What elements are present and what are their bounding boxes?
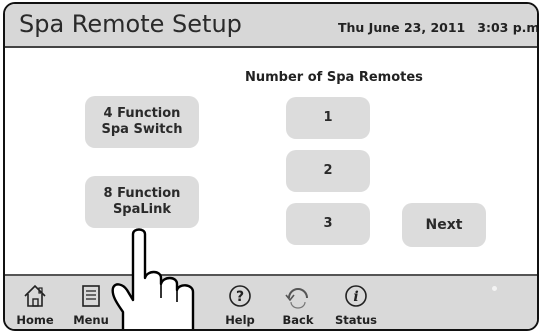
help-icon: ? <box>227 283 253 309</box>
home-icon <box>22 283 48 309</box>
remote-count-3-button[interactable]: 3 <box>286 203 370 245</box>
pointing-hand-icon <box>111 228 195 329</box>
svg-text:i: i <box>353 289 358 305</box>
menu-icon <box>78 283 104 309</box>
next-button[interactable]: Next <box>402 203 486 247</box>
nav-help-label: Help <box>225 313 255 327</box>
nav-back-label: Back <box>282 313 314 327</box>
page-title: Spa Remote Setup <box>19 10 242 38</box>
nav-status[interactable]: i Status <box>328 276 384 329</box>
remote-count-1-button[interactable]: 1 <box>286 97 370 139</box>
nav-home-label: Home <box>16 313 54 327</box>
status-icon: i <box>343 283 369 309</box>
time-label: 3:03 p.m <box>477 20 539 35</box>
remote-count-2-button[interactable]: 2 <box>286 150 370 192</box>
nav-back[interactable]: Back <box>273 276 323 329</box>
app-window: Spa Remote Setup Thu June 23, 2011 3:03 p… <box>3 2 539 331</box>
nav-menu-label: Menu <box>73 313 109 327</box>
footer-nav: Home Menu ouch ? <box>5 274 537 329</box>
datetime: Thu June 23, 2011 3:03 p.m <box>338 20 539 35</box>
back-icon <box>283 283 313 309</box>
nav-home[interactable]: Home <box>9 276 61 329</box>
section-title: Number of Spa Remotes <box>245 70 423 85</box>
header-bar: Spa Remote Setup Thu June 23, 2011 3:03 p… <box>5 4 537 48</box>
nav-help[interactable]: ? Help <box>217 276 263 329</box>
date-label: Thu June 23, 2011 <box>338 20 466 35</box>
indicator-dot <box>492 286 497 291</box>
eight-function-spalink-button[interactable]: 8 Function SpaLink <box>85 176 199 228</box>
svg-text:?: ? <box>236 289 244 305</box>
four-function-spa-switch-button[interactable]: 4 Function Spa Switch <box>85 96 199 148</box>
nav-status-label: Status <box>334 313 378 327</box>
